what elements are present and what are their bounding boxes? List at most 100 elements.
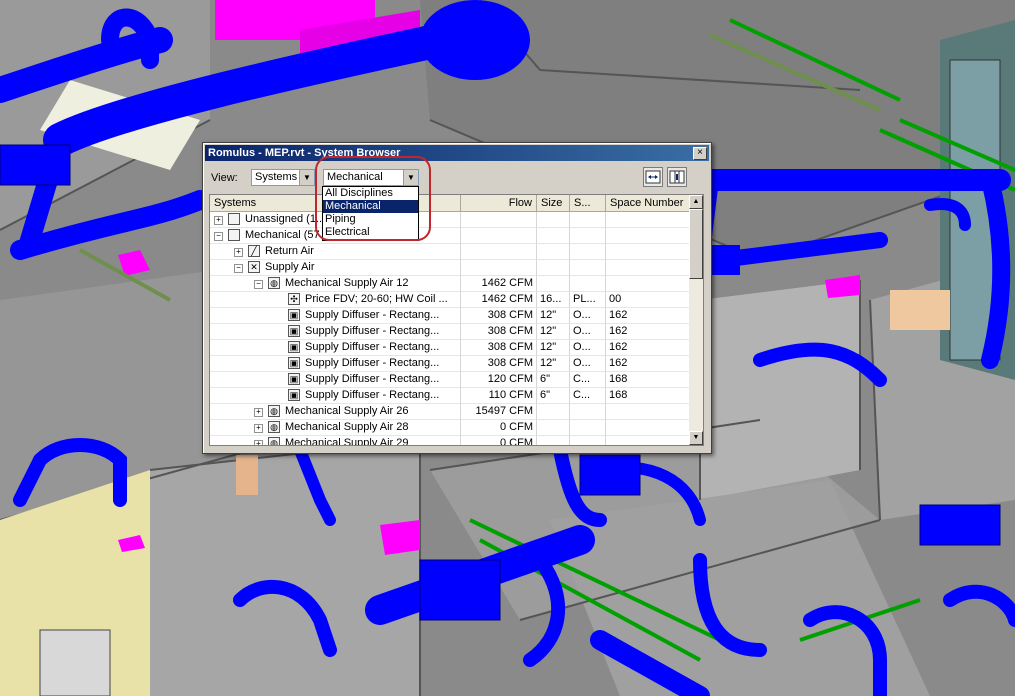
fan-icon: ✣ bbox=[288, 293, 300, 305]
cell-s bbox=[570, 212, 606, 228]
system-icon: ◍ bbox=[268, 405, 280, 417]
cell-size bbox=[537, 420, 570, 436]
cell-s: C... bbox=[570, 372, 606, 388]
cell-flow: 15497 CFM bbox=[461, 404, 537, 420]
cell-system-name[interactable]: ▣ Supply Diffuser - Rectang... bbox=[210, 388, 461, 404]
cell-system-name[interactable]: + ╱ Return Air bbox=[210, 244, 461, 260]
table-row[interactable]: + ╱ Return Air bbox=[210, 244, 691, 260]
cell-s bbox=[570, 276, 606, 292]
expand-icon[interactable]: + bbox=[254, 424, 263, 433]
system-browser-window[interactable]: Romulus - MEP.rvt - System Browser × Vie… bbox=[202, 142, 712, 454]
column-header-size[interactable]: Size bbox=[537, 195, 570, 212]
autofit-columns-icon bbox=[645, 170, 661, 184]
cell-flow: 1462 CFM bbox=[461, 292, 537, 308]
row-label: Mechanical Supply Air 29 bbox=[285, 437, 409, 446]
cell-s: O... bbox=[570, 340, 606, 356]
cell-system-name[interactable]: − ◍ Mechanical Supply Air 12 bbox=[210, 276, 461, 292]
cell-space-number: 162 bbox=[606, 308, 691, 324]
row-label: Supply Diffuser - Rectang... bbox=[305, 325, 440, 337]
collapse-icon[interactable]: − bbox=[234, 264, 243, 273]
table-row[interactable]: − Mechanical (57... bbox=[210, 228, 691, 244]
cell-system-name[interactable]: ▣ Supply Diffuser - Rectang... bbox=[210, 324, 461, 340]
cell-space-number: 162 bbox=[606, 340, 691, 356]
cell-flow: 308 CFM bbox=[461, 340, 537, 356]
table-row[interactable]: − ✕ Supply Air bbox=[210, 260, 691, 276]
cell-s: O... bbox=[570, 324, 606, 340]
cell-s bbox=[570, 404, 606, 420]
close-button[interactable]: × bbox=[693, 147, 707, 160]
cell-system-name[interactable]: + ◍ Mechanical Supply Air 26 bbox=[210, 404, 461, 420]
cell-space-number bbox=[606, 228, 691, 244]
supply-air-icon: ✕ bbox=[248, 261, 260, 273]
table-row[interactable]: ✣ Price FDV; 20-60; HW Coil ... 1462 CFM 16… bbox=[210, 292, 691, 308]
table-row[interactable]: ▣ Supply Diffuser - Rectang... 120 CFM 6" C.… bbox=[210, 372, 691, 388]
cell-system-name[interactable]: ▣ Supply Diffuser - Rectang... bbox=[210, 356, 461, 372]
autofit-columns-button[interactable] bbox=[643, 167, 663, 187]
expand-icon[interactable]: + bbox=[234, 248, 243, 257]
row-label: Mechanical Supply Air 28 bbox=[285, 421, 409, 433]
row-label: Unassigned (1... bbox=[245, 213, 326, 225]
view-mode-select[interactable]: Systems ▼ bbox=[251, 169, 315, 186]
scroll-thumb[interactable] bbox=[689, 209, 703, 279]
cell-size bbox=[537, 436, 570, 445]
cell-system-name[interactable]: + ◍ Mechanical Supply Air 29 bbox=[210, 436, 461, 446]
table-row[interactable]: − ◍ Mechanical Supply Air 12 1462 CFM bbox=[210, 276, 691, 292]
system-icon: ◍ bbox=[268, 437, 280, 445]
cell-system-name[interactable]: − ✕ Supply Air bbox=[210, 260, 461, 276]
highlight-callout bbox=[315, 156, 431, 241]
window-titlebar[interactable]: Romulus - MEP.rvt - System Browser × bbox=[205, 145, 709, 161]
table-row[interactable]: ▣ Supply Diffuser - Rectang... 308 CFM 12" O… bbox=[210, 356, 691, 372]
collapse-icon[interactable]: − bbox=[214, 232, 223, 241]
diffuser-icon: ▣ bbox=[288, 325, 300, 337]
cell-system-name[interactable]: ▣ Supply Diffuser - Rectang... bbox=[210, 308, 461, 324]
row-label: Mechanical Supply Air 26 bbox=[285, 405, 409, 417]
cell-system-name[interactable]: ▣ Supply Diffuser - Rectang... bbox=[210, 372, 461, 388]
folder-icon bbox=[228, 229, 240, 241]
cell-system-name[interactable]: ▣ Supply Diffuser - Rectang... bbox=[210, 340, 461, 356]
cell-space-number: 162 bbox=[606, 324, 691, 340]
cell-space-number bbox=[606, 276, 691, 292]
collapse-icon[interactable]: − bbox=[254, 280, 263, 289]
table-row[interactable]: + Unassigned (1... bbox=[210, 212, 691, 228]
systems-table[interactable]: Systems Flow Size S... Space Number + Una… bbox=[209, 194, 704, 446]
cell-space-number bbox=[606, 436, 691, 445]
diffuser-icon: ▣ bbox=[288, 373, 300, 385]
column-settings-button[interactable] bbox=[667, 167, 687, 187]
cell-system-name[interactable]: + ◍ Mechanical Supply Air 28 bbox=[210, 420, 461, 436]
scroll-down-button[interactable]: ▼ bbox=[689, 431, 703, 445]
column-header-s[interactable]: S... bbox=[570, 195, 606, 212]
return-air-icon: ╱ bbox=[248, 245, 260, 257]
chevron-down-icon[interactable]: ▼ bbox=[299, 170, 314, 185]
table-row[interactable]: ▣ Supply Diffuser - Rectang... 308 CFM 12" O… bbox=[210, 308, 691, 324]
expand-icon[interactable]: + bbox=[254, 440, 263, 445]
expand-icon[interactable]: + bbox=[214, 216, 223, 225]
row-label: Supply Diffuser - Rectang... bbox=[305, 357, 440, 369]
cell-flow: 308 CFM bbox=[461, 308, 537, 324]
table-row[interactable]: + ◍ Mechanical Supply Air 28 0 CFM bbox=[210, 420, 691, 436]
system-icon: ◍ bbox=[268, 277, 280, 289]
view-mode-value: Systems bbox=[255, 171, 298, 183]
cell-flow bbox=[461, 244, 537, 260]
cell-flow bbox=[461, 212, 537, 228]
row-label: Supply Diffuser - Rectang... bbox=[305, 373, 440, 385]
cell-s: O... bbox=[570, 308, 606, 324]
table-row[interactable]: ▣ Supply Diffuser - Rectang... 308 CFM 12" O… bbox=[210, 340, 691, 356]
scroll-up-button[interactable]: ▲ bbox=[689, 195, 703, 209]
table-row[interactable]: ▣ Supply Diffuser - Rectang... 110 CFM 6" C.… bbox=[210, 388, 691, 404]
table-row[interactable]: ▣ Supply Diffuser - Rectang... 308 CFM 12" O… bbox=[210, 324, 691, 340]
vertical-scrollbar[interactable]: ▲ ▼ bbox=[689, 195, 703, 445]
cell-system-name[interactable]: ✣ Price FDV; 20-60; HW Coil ... bbox=[210, 292, 461, 308]
cell-space-number bbox=[606, 260, 691, 276]
expand-icon[interactable]: + bbox=[254, 408, 263, 417]
cell-size bbox=[537, 404, 570, 420]
row-label: Return Air bbox=[265, 245, 314, 257]
column-header-flow[interactable]: Flow bbox=[461, 195, 537, 212]
cell-space-number bbox=[606, 212, 691, 228]
table-row[interactable]: + ◍ Mechanical Supply Air 26 15497 CFM bbox=[210, 404, 691, 420]
table-row[interactable]: + ◍ Mechanical Supply Air 29 0 CFM bbox=[210, 436, 691, 446]
column-header-space-number[interactable]: Space Number bbox=[606, 195, 691, 212]
view-label: View: bbox=[211, 172, 238, 184]
cell-flow bbox=[461, 260, 537, 276]
cell-space-number: 00 bbox=[606, 292, 691, 308]
row-label: Supply Diffuser - Rectang... bbox=[305, 389, 440, 401]
